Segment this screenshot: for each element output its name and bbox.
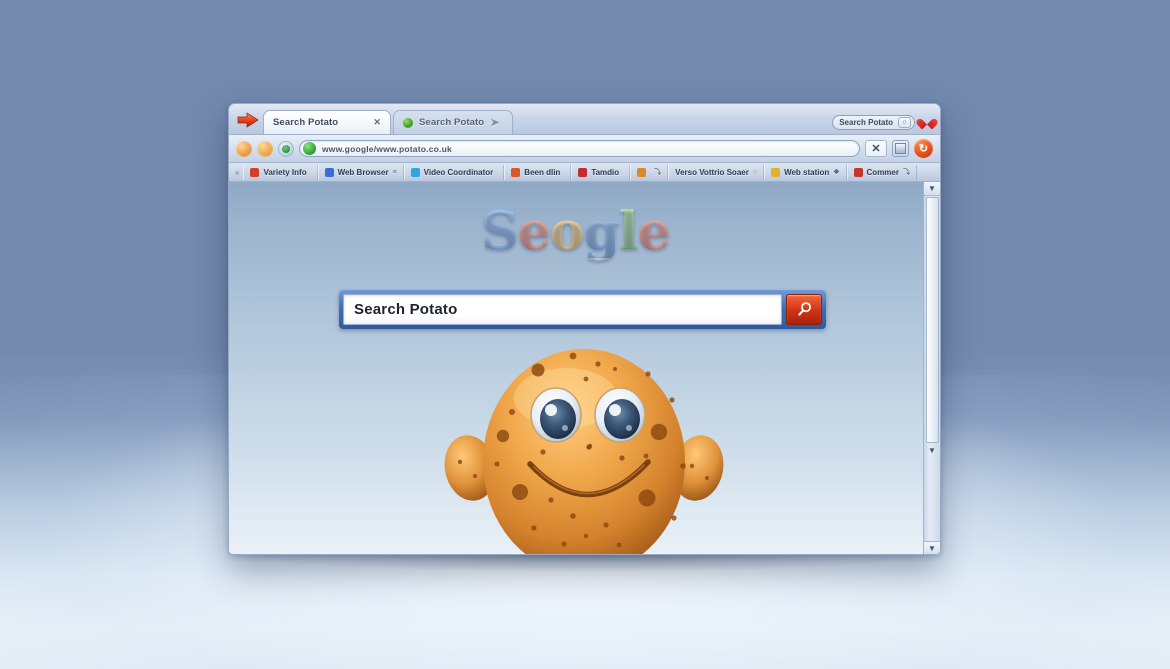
bookmark-save-icon[interactable] <box>892 140 909 157</box>
bookmark-item[interactable]: Web Browser ≡ <box>317 164 404 180</box>
vertical-scrollbar[interactable]: ▼ ▼ ▼ <box>923 182 940 554</box>
scene: Search Potato ✕ Search Potato ➤ Search P… <box>0 0 1170 669</box>
bookmark-item[interactable]: Tamdio <box>571 164 631 180</box>
bookmark-label: Commer <box>866 167 899 177</box>
bookmark-label: Variety Info <box>263 167 307 177</box>
tab-search-potato-inactive[interactable]: Search Potato ➤ <box>393 110 513 134</box>
home-icon[interactable] <box>278 140 294 157</box>
bookmark-item[interactable]: Verso Vottrio Soaer ○ <box>668 164 765 180</box>
globe-icon <box>303 142 316 155</box>
favicon-icon <box>511 167 521 177</box>
back-icon[interactable] <box>236 140 252 157</box>
logo-letter: e <box>637 201 671 262</box>
bookmark-item[interactable]: Been dlin <box>504 164 572 180</box>
logo-letter: S <box>481 201 519 262</box>
bookmark-label: Video Coordinator <box>423 167 494 177</box>
bookmark-trail: ⤵ <box>902 169 910 176</box>
address-bar[interactable]: www.google/www.potato.co.uk <box>299 140 860 157</box>
potato-illustration <box>444 349 723 554</box>
bookmark-label: Web Browser <box>337 167 389 177</box>
logo-letter: l <box>618 201 639 262</box>
bookmark-item[interactable]: Web station ❖ <box>764 164 847 180</box>
bookmark-item[interactable]: Video Coordinator <box>403 164 505 180</box>
tab-bar: Search Potato ✕ Search Potato ➤ Search P… <box>229 104 940 135</box>
titlebar-search-button[interactable]: ○ <box>898 117 911 128</box>
bookmark-label: Been dlin <box>524 167 561 177</box>
logo-letter: e <box>517 201 551 262</box>
bookmark-label: Tamdio <box>591 167 620 177</box>
browser-window: Search Potato ✕ Search Potato ➤ Search P… <box>228 103 941 555</box>
titlebar-search-value: Search Potato <box>839 118 893 127</box>
url-text: www.google/www.potato.co.uk <box>322 143 452 154</box>
back-arrow-icon[interactable] <box>236 111 260 129</box>
logo-letter: g <box>583 201 620 262</box>
bookmark-trail: ○ <box>752 168 758 176</box>
titlebar-right-group: Search Potato ○ <box>832 115 934 130</box>
search-input-value: Search Potato <box>354 301 458 318</box>
bookmark-item[interactable]: ⤵ <box>630 164 669 180</box>
favicon-icon <box>324 167 334 177</box>
favicon-icon <box>853 167 863 177</box>
scroll-down-arrow-icon[interactable]: ▼ <box>924 541 940 554</box>
bookmark-trail: ⤵ <box>654 169 662 176</box>
search-input[interactable]: Search Potato <box>343 294 782 325</box>
bookmarks-bar: « Variety Info Web Browser ≡ Video Coord… <box>229 163 940 182</box>
scrollbar-thumb[interactable] <box>925 197 939 443</box>
bookmark-label: Verso Vottrio Soaer <box>675 167 749 177</box>
search-button[interactable] <box>786 294 822 325</box>
heart-icon[interactable] <box>921 116 934 129</box>
forward-icon[interactable] <box>257 140 273 157</box>
bookmark-trail: ≡ <box>392 168 397 176</box>
favicon-icon <box>410 167 420 177</box>
stop-icon[interactable]: ✕ <box>865 140 887 157</box>
bookmark-trail: ❖ <box>833 169 840 176</box>
bookmark-item[interactable]: Variety Info <box>243 164 318 180</box>
navigation-bar: www.google/www.potato.co.uk ✕ ↻ <box>229 135 940 163</box>
logo-letter: o <box>549 201 585 262</box>
reload-icon[interactable]: ↻ <box>914 139 933 158</box>
search-row: Search Potato <box>339 290 826 329</box>
favicon-icon <box>578 167 588 177</box>
page-viewport: Seogle Search Potato ▼ ▼ ▼ <box>229 182 940 554</box>
close-icon[interactable]: ✕ <box>373 117 381 128</box>
favicon-icon <box>771 167 781 177</box>
favicon-icon <box>250 167 260 177</box>
scroll-up-arrow-icon[interactable]: ▼ <box>924 182 940 196</box>
arrow-right-icon: ➤ <box>490 117 500 129</box>
tab-label: Search Potato <box>419 117 485 128</box>
tab-search-potato-active[interactable]: Search Potato ✕ <box>263 110 391 134</box>
bookmark-item[interactable]: Commer ⤵ <box>846 164 917 180</box>
tab-label: Search Potato <box>273 117 339 128</box>
chevron-left-icon[interactable]: « <box>235 168 239 177</box>
search-magnifier-icon <box>797 302 811 316</box>
scroll-mid-arrow-icon[interactable]: ▼ <box>924 444 940 457</box>
bookmark-label: Web station <box>784 167 830 177</box>
titlebar-search-box[interactable]: Search Potato ○ <box>832 115 915 130</box>
favicon-icon <box>637 167 647 177</box>
potato-character <box>434 340 734 554</box>
potato-favicon-icon <box>403 117 413 128</box>
seogle-logo: Seogle <box>229 206 922 258</box>
